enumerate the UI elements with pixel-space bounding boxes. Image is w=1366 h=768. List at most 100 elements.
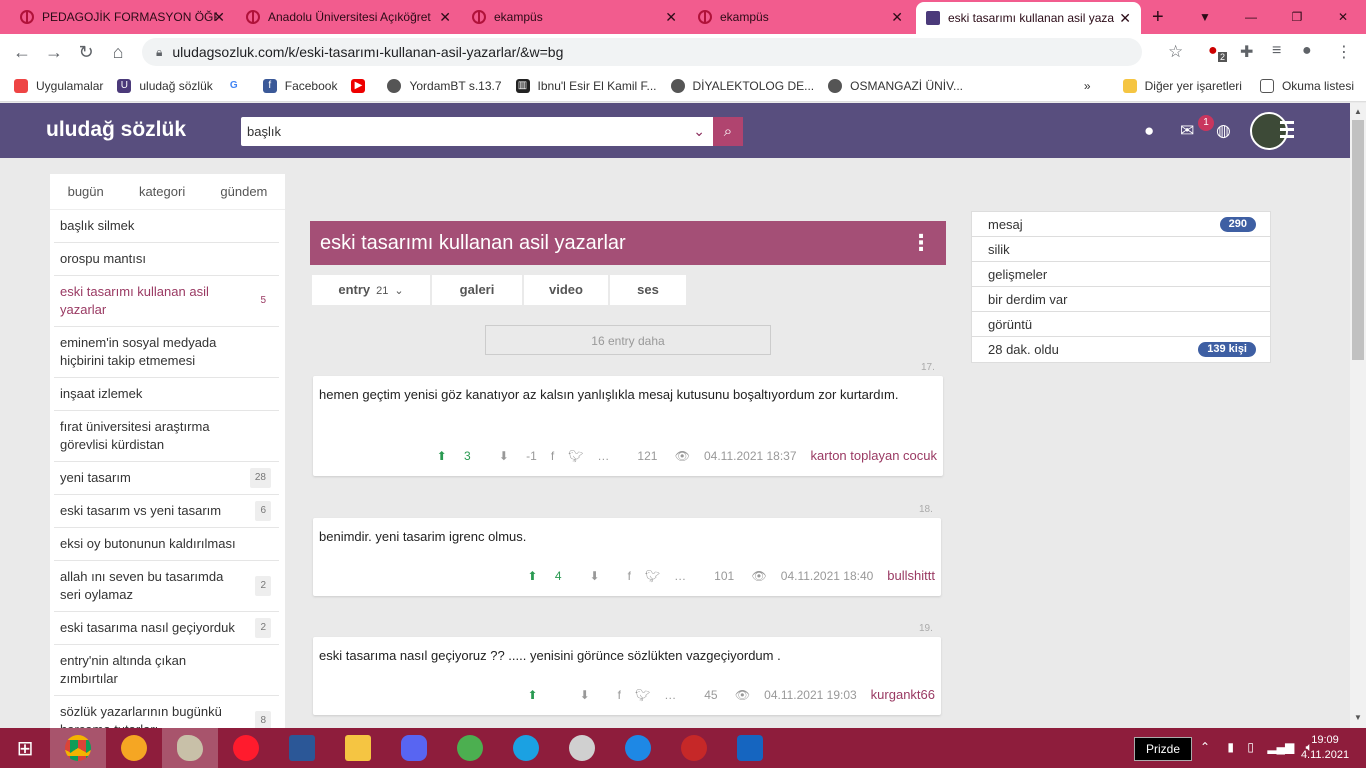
sidebar-topic-item[interactable]: orospu mantısı [54,243,279,276]
reading-list[interactable]: Okuma listesi [1259,78,1354,93]
sidebar-topic-item[interactable]: yeni tasarım 28 [54,462,279,495]
prizde-label[interactable]: Prizde [1134,737,1192,761]
menu-dots-icon[interactable]: ⋮ [1336,42,1352,62]
bookmark-item[interactable]: DİYALEKTOLOG DE... [670,78,814,93]
right-panel-item[interactable]: mesaj 290 [972,212,1270,237]
right-panel-item[interactable]: görüntü [972,312,1270,337]
bookmark-item[interactable]: G [226,78,249,93]
taskbar-word[interactable] [274,728,330,768]
taskbar-app[interactable] [106,728,162,768]
minimize-button[interactable]: — [1228,10,1274,24]
bookmark-item[interactable]: YordamBT s.13.7 [387,78,502,93]
bookmark-item[interactable]: ▶ [351,78,373,93]
scroll-down-icon[interactable]: ▼ [1354,713,1362,722]
scrollbar[interactable]: ▲ ▼ [1350,103,1366,728]
more-options-icon[interactable]: ⋮ [910,221,932,265]
close-icon[interactable]: ✕ [439,9,451,26]
more-icon[interactable]: … [664,688,676,702]
taskbar-chrome[interactable] [50,728,106,768]
lock-icon[interactable]: 🔒︎ [156,45,162,60]
upvote-button[interactable]: ⬆ 4 [513,569,561,583]
search-button[interactable]: ⌕ [713,117,743,146]
more-icon[interactable]: … [674,569,686,583]
profile-icon[interactable]: ● [1302,42,1312,60]
chevron-down-icon[interactable]: ⌄ [693,117,705,146]
twitter-share-icon[interactable]: 🐦︎ [568,449,583,463]
sidebar-topic-item[interactable]: inşaat izlemek [54,378,279,411]
downvote-button[interactable]: ⬇ [576,569,614,583]
other-bookmarks[interactable]: Diğer yer işaretleri [1122,78,1242,93]
chevron-up-icon[interactable]: ⌃ [1200,740,1210,754]
taskbar-utorrent[interactable] [442,728,498,768]
sidebar-topic-item[interactable]: eksi oy butonunun kaldırılması [54,528,279,561]
facebook-share-icon[interactable]: f [628,569,631,583]
right-panel-item[interactable]: gelişmeler [972,262,1270,287]
globe-icon[interactable]: ◍ [1216,121,1231,141]
messages-icon[interactable]: ✉ [1180,121,1194,141]
opera-extension-icon[interactable]: ● [1208,42,1218,60]
more-icon[interactable]: … [597,449,609,463]
browser-tab[interactable]: Anadolu Üniversitesi Açıköğret ✕ [236,0,461,34]
forward-icon[interactable]: → [38,42,70,63]
browser-tab[interactable]: ekampüs ✕ [688,0,913,34]
upvote-button[interactable]: ⬆ [514,688,552,702]
entry-author[interactable]: karton toplayan cocuk [811,448,937,463]
twitter-share-icon[interactable]: 🐦︎ [635,688,650,702]
taskbar-ie[interactable] [498,728,554,768]
sidebar-topic-item[interactable]: eminem'in sosyal medyada hiçbirini takip… [54,327,279,378]
entry-number[interactable]: 17. [921,362,935,373]
taskbar-discord[interactable] [386,728,442,768]
taskbar-explorer[interactable] [330,728,386,768]
battery-icon[interactable]: ▮ [1227,740,1234,754]
taskbar-ccleaner[interactable] [610,728,666,768]
network-icon[interactable]: ▂▄▆ [1267,740,1294,754]
sidebar-topic-item[interactable]: entry'nin altında çıkan zımbırtılar [54,645,279,696]
windows-start-icon[interactable]: ⊞ [0,736,50,761]
entry-date[interactable]: 04.11.2021 18:37 [704,449,797,463]
tablet-icon[interactable]: ▯ [1247,740,1254,754]
bookmark-item[interactable]: Uygulamalar [14,78,103,93]
sidebar-topic-item[interactable]: fırat üniversitesi araştırma görevlisi k… [54,411,279,462]
more-bookmarks-icon[interactable]: » [1084,79,1091,93]
home-icon[interactable]: ⌂ [102,42,134,63]
extensions-puzzle-icon[interactable]: ✚ [1240,42,1253,62]
close-icon[interactable]: ✕ [665,9,677,26]
downvote-button[interactable]: ⬇ [566,688,604,702]
bookmark-item[interactable]: ▥ Ibnu'l Esir El Kamil F... [515,78,657,93]
downvote-button[interactable]: ⬇ -1 [485,449,537,463]
taskbar-app[interactable] [722,728,778,768]
back-icon[interactable]: ← [6,42,38,63]
entry-author[interactable]: bullshittt [887,568,935,583]
sidebar-topic-item[interactable]: başlık silmek [54,210,279,243]
entry-date[interactable]: 04.11.2021 18:40 [781,569,874,583]
tab-ses[interactable]: ses [610,275,686,305]
entry-number[interactable]: 19. [919,623,933,634]
scroll-up-icon[interactable]: ▲ [1354,107,1362,116]
browser-tab-active[interactable]: eski tasarımı kullanan asil yaza ✕ [916,2,1141,34]
upvote-button[interactable]: ⬆ 3 [423,449,471,463]
bookmark-star-icon[interactable]: ☆ [1168,42,1183,62]
entry-date[interactable]: 04.11.2021 19:03 [764,688,857,702]
tab-galeri[interactable]: galeri [432,275,522,305]
tab-search-icon[interactable]: ▼ [1182,10,1228,24]
sidebar-topic-item[interactable]: sözlük yazarlarının bugünkü harcama tuta… [54,696,279,728]
tab-bugun[interactable]: bugün [68,184,104,199]
taskbar-app[interactable] [554,728,610,768]
window-close-button[interactable]: ✕ [1320,10,1366,24]
media-control-icon[interactable]: ≡ [1272,42,1281,60]
browser-tab[interactable]: ekampüs ✕ [462,0,687,34]
taskbar-paint[interactable] [162,728,218,768]
clock[interactable]: 19:09 4.11.2021 [1300,733,1350,763]
tab-gundem[interactable]: gündem [220,184,267,199]
entry-number[interactable]: 18. [919,504,933,515]
sidebar-topic-item[interactable]: allah ını seven bu tasarımda seri oylama… [54,561,279,612]
user-icon[interactable]: ● [1144,121,1154,141]
sidebar-topic-item[interactable]: eski tasarıma nasıl geçiyorduk 2 [54,612,279,645]
bookmark-item[interactable]: f Facebook [262,78,337,93]
right-panel-item[interactable]: 28 dak. oldu 139 kişi [972,337,1270,362]
browser-tab[interactable]: PEDAGOJİK FORMASYON ÖĞR ✕ [10,0,235,34]
entry-author[interactable]: kurgankt66 [871,687,935,702]
facebook-share-icon[interactable]: f [618,688,621,702]
sidebar-topic-item[interactable]: eski tasarım vs yeni tasarım 6 [54,495,279,528]
restore-button[interactable]: ❐ [1274,10,1320,24]
